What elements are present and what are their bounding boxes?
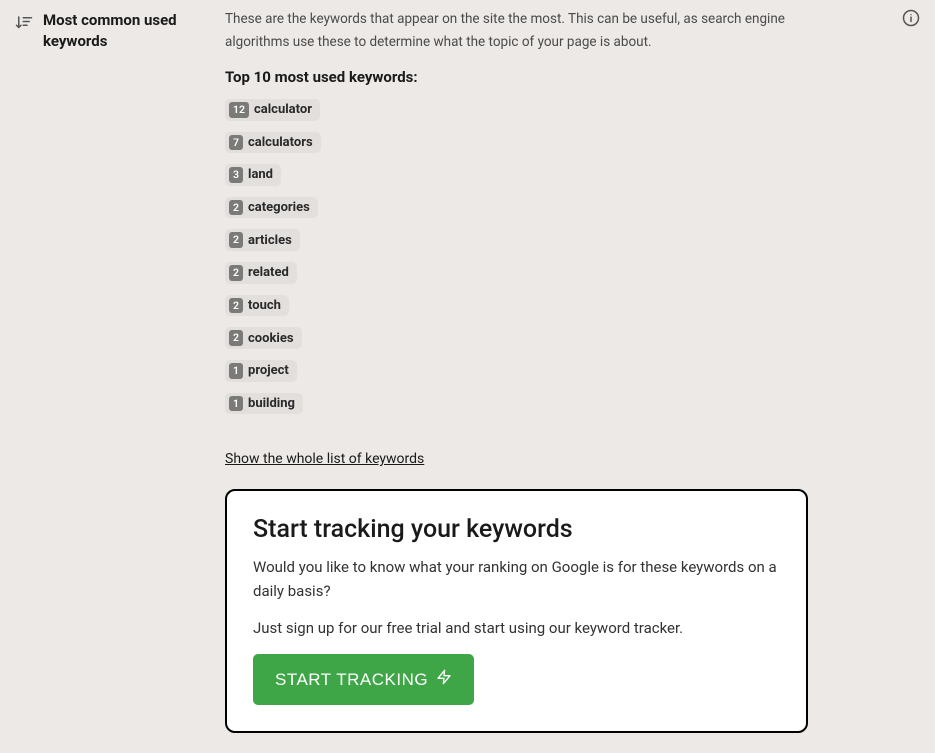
keyword-pill: 7 calculators [225,132,321,154]
section-content: These are the keywords that appear on th… [225,8,920,733]
keyword-label: articles [248,233,292,248]
keyword-label: categories [248,200,310,215]
keyword-pill: 2 articles [225,229,300,251]
keyword-label: building [248,396,295,411]
keyword-count: 2 [229,200,243,216]
keyword-pill: 2 categories [225,197,318,219]
sort-descending-icon [15,14,33,32]
keywords-subheading: Top 10 most used keywords: [225,68,840,86]
promo-title: Start tracking your keywords [253,515,780,544]
keyword-count: 2 [229,330,243,346]
keyword-count: 1 [229,396,243,412]
keyword-pill: 1 project [225,360,297,382]
keyword-pill: 1 building [225,393,303,415]
keyword-count: 2 [229,232,243,248]
keyword-pill: 2 related [225,262,297,284]
section-description: These are the keywords that appear on th… [225,8,840,54]
keyword-count: 2 [229,298,243,314]
lightning-icon [436,668,452,691]
keyword-label: touch [248,298,281,313]
section-title: Most common used keywords [43,10,225,52]
keyword-list: 12calculator 7calculators 3land 2categor… [225,98,840,420]
keyword-count: 12 [229,102,249,118]
keyword-count: 3 [229,167,243,183]
keyword-label: cookies [248,331,294,346]
keyword-pill: 2 cookies [225,327,302,349]
keyword-label: project [248,363,289,378]
cta-label: START TRACKING [275,670,428,690]
start-tracking-button[interactable]: START TRACKING [253,654,474,705]
tracking-promo-box: Start tracking your keywords Would you l… [225,489,808,733]
keyword-label: calculator [254,102,312,117]
promo-text-2: Just sign up for our free trial and star… [253,617,780,640]
keyword-count: 2 [229,265,243,281]
keyword-label: related [248,265,289,280]
info-icon[interactable] [901,8,921,28]
section-header: Most common used keywords [15,8,225,733]
show-all-keywords-link[interactable]: Show the whole list of keywords [225,451,424,467]
keyword-label: land [248,167,273,182]
promo-text-1: Would you like to know what your ranking… [253,556,780,603]
keyword-pill: 12 calculator [225,99,320,121]
keyword-pill: 3 land [225,164,281,186]
keyword-label: calculators [248,135,313,150]
keyword-count: 7 [229,135,243,151]
keyword-count: 1 [229,363,243,379]
keyword-pill: 2 touch [225,295,289,317]
